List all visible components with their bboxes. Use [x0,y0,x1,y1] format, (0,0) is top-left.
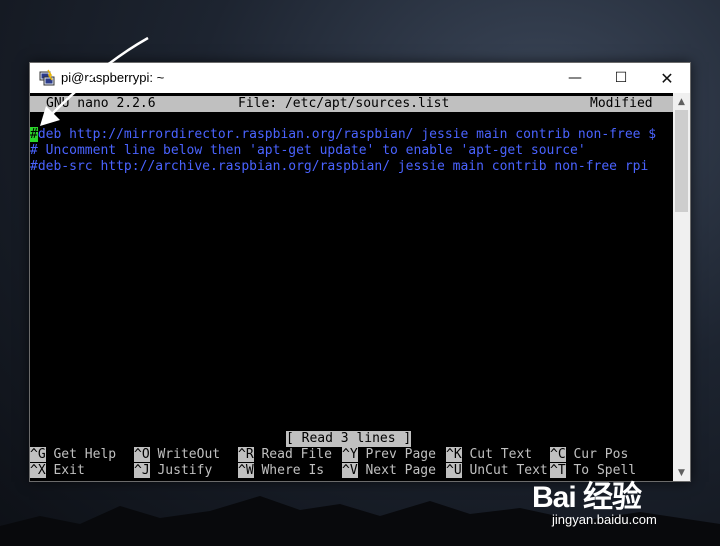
terminal-area[interactable]: GNU nano 2.2.6 File: /etc/apt/sources.li… [30,93,673,481]
editor-line-3[interactable]: #deb-src http://archive.raspbian.org/ras… [30,159,648,175]
shortcut-key: ^J [134,463,150,478]
vertical-scrollbar[interactable]: ▲ ▼ [673,93,690,481]
minimize-button[interactable]: — [552,63,598,93]
shortcut-key: ^R [238,447,254,462]
shortcut-key: ^W [238,463,254,478]
editor-line-2[interactable]: # Uncomment line below then 'apt-get upd… [30,143,586,159]
shortcut-key: ^V [342,463,358,478]
shortcut-exit: ^X Exit [30,463,85,479]
shortcut-label: WriteOut [149,447,221,462]
shortcut-key: ^X [30,463,46,478]
close-icon: ✕ [660,68,674,88]
shortcut-label: Next Page [357,463,436,478]
maximize-icon: ☐ [614,70,628,86]
shortcut-key: ^K [446,447,462,462]
baidu-watermark: Bai 经验 jingyan.baidu.com [532,472,682,532]
shortcut-next-page: ^V Next Page [342,463,436,479]
shortcut-where-is: ^W Where Is [238,463,324,479]
shortcut-writeout: ^O WriteOut [134,447,220,463]
shortcut-key: ^U [446,463,462,478]
shortcut-label: Exit [45,463,85,478]
shortcut-label: Justify [149,463,213,478]
shortcut-label: Cur Pos [565,447,629,462]
maximize-button[interactable]: ☐ [598,63,644,93]
baidu-url: jingyan.baidu.com [552,512,657,527]
shortcut-label: Read File [253,447,332,462]
close-button[interactable]: ✕ [644,63,690,93]
shortcut-justify: ^J Justify [134,463,212,479]
shortcut-key: ^C [550,447,566,462]
shortcut-key: ^Y [342,447,358,462]
nano-status-message: [ Read 3 lines ] [286,431,412,447]
shortcut-label: Where Is [253,463,325,478]
scroll-up-button[interactable]: ▲ [673,93,690,110]
shortcut-prev-page: ^Y Prev Page [342,447,436,463]
shortcut-label: Prev Page [357,447,436,462]
scrollbar-thumb[interactable] [675,110,688,212]
shortcut-cut-text: ^K Cut Text [446,447,532,463]
chevron-up-icon: ▲ [678,96,685,107]
shortcut-label: Get Help [45,447,117,462]
nano-modified-flag: Modified [590,96,653,111]
shortcut-label: Cut Text [461,447,533,462]
baidu-logo: Bai 经验 [532,481,642,514]
shortcut-get-help: ^G Get Help [30,447,116,463]
shortcut-read-file: ^R Read File [238,447,332,463]
nano-file-name: File: /etc/apt/sources.list [238,96,450,111]
shortcut-key: ^G [30,447,46,462]
minimize-icon: — [568,70,582,86]
shortcut-cur-pos: ^C Cur Pos [550,447,628,463]
annotation-arrow-icon [40,36,149,126]
shortcut-key: ^O [134,447,150,462]
